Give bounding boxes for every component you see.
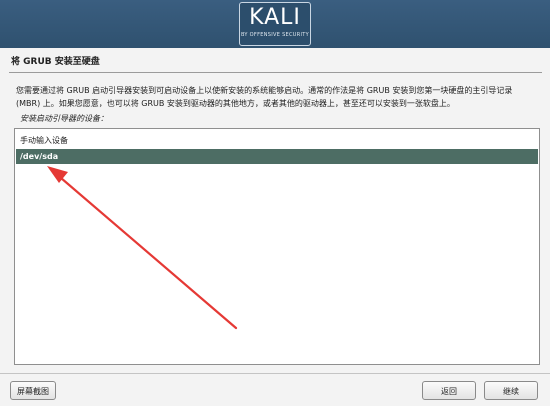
title-divider bbox=[9, 72, 542, 73]
back-button[interactable]: 返回 bbox=[422, 381, 476, 400]
continue-button[interactable]: 继续 bbox=[484, 381, 538, 400]
installer-window: KALI BY OFFENSIVE SECURITY 将 GRUB 安装至硬盘 … bbox=[0, 0, 550, 406]
description-line-1: 您需要通过将 GRUB 启动引导器安装到可启动设备上以使新安装的系统能够启动。通… bbox=[16, 86, 513, 95]
logo-tagline: BY OFFENSIVE SECURITY bbox=[240, 32, 310, 38]
footer-divider bbox=[0, 373, 550, 374]
list-item-manual-device[interactable]: 手动输入设备 bbox=[16, 133, 538, 148]
description-line-2: (MBR) 上。如果您愿意，也可以将 GRUB 安装到驱动器的其他地方，或者其他… bbox=[16, 99, 455, 108]
header-banner: KALI BY OFFENSIVE SECURITY bbox=[0, 0, 550, 48]
device-list[interactable]: 手动输入设备 /dev/sda bbox=[14, 128, 540, 365]
device-prompt: 安装启动引导器的设备： bbox=[20, 114, 108, 123]
list-item-dev-sda[interactable]: /dev/sda bbox=[16, 149, 538, 164]
kali-logo: KALI BY OFFENSIVE SECURITY bbox=[239, 2, 311, 46]
screenshot-button[interactable]: 屏幕截图 bbox=[10, 381, 56, 400]
page-title: 将 GRUB 安装至硬盘 bbox=[11, 57, 100, 67]
description-text: 您需要通过将 GRUB 启动引导器安装到可启动设备上以使新安装的系统能够启动。通… bbox=[16, 84, 541, 110]
logo-wordmark: KALI bbox=[249, 5, 301, 30]
